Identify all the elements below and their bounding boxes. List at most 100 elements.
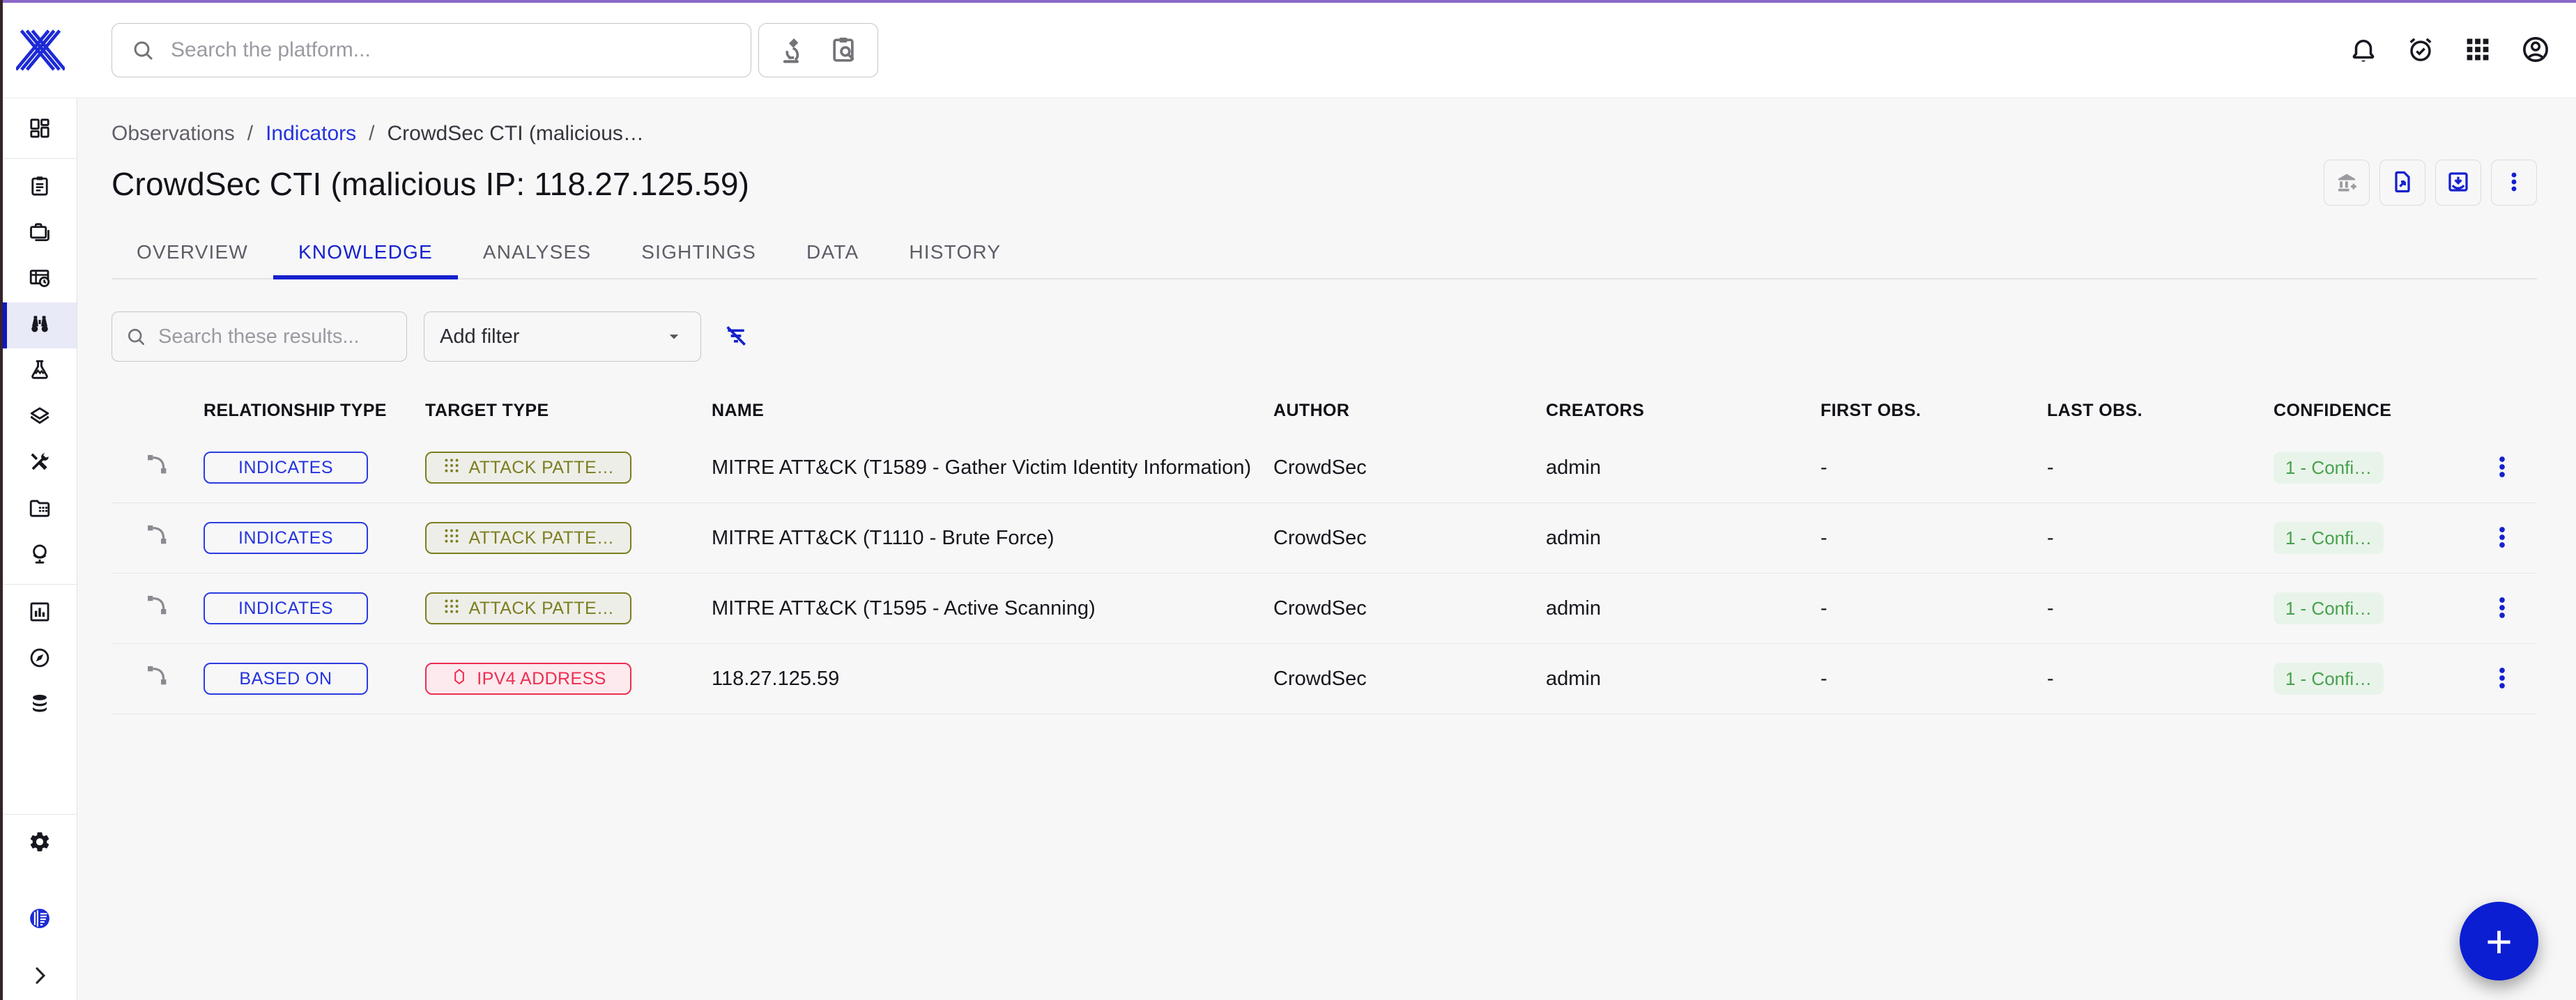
target-type-label: ATTACK PATTE…	[469, 458, 615, 478]
sidebar-item-settings[interactable]	[3, 820, 77, 866]
author-cell: CrowdSec	[1273, 668, 1546, 691]
microscope-icon[interactable]	[778, 35, 808, 66]
column-header-first-obs[interactable]: FIRST OBS.	[1820, 401, 2047, 421]
tab-overview[interactable]: OVERVIEW	[112, 226, 273, 278]
sidebar-item-entities[interactable]	[3, 486, 77, 532]
table-body: INDICATES ATTACK PATTE… MITRE ATT&CK (T1…	[112, 433, 2537, 714]
table-row[interactable]: BASED ON IPV4 ADDRESS 118.27.125.59 Crow…	[112, 644, 2537, 714]
kebab-icon	[2488, 453, 2516, 483]
kebab-icon	[2488, 664, 2516, 694]
sidebar-item-dashboards[interactable]	[3, 590, 77, 636]
breadcrumb-separator: /	[247, 122, 253, 146]
opencti-logo[interactable]	[3, 18, 77, 82]
relationship-type-chip: BASED ON	[204, 663, 368, 695]
entity-tabs: OVERVIEWKNOWLEDGEANALYSESSIGHTINGSDATAHI…	[112, 226, 2537, 279]
column-header-creators[interactable]: CREATORS	[1546, 401, 1820, 421]
account-circle-icon	[2520, 34, 2551, 67]
sidebar-item-analyses[interactable]	[3, 164, 77, 210]
platform-search-input[interactable]	[169, 38, 733, 63]
table-row[interactable]: INDICATES ATTACK PATTE… MITRE ATT&CK (T1…	[112, 574, 2537, 644]
table-row[interactable]: INDICATES ATTACK PATTE… MITRE ATT&CK (T1…	[112, 433, 2537, 503]
sidebar-item-collapse[interactable]	[3, 958, 77, 996]
column-header-target-type[interactable]: TARGET TYPE	[425, 401, 712, 421]
tab-data[interactable]: DATA	[781, 226, 884, 278]
triggers-button[interactable]	[2406, 35, 2435, 66]
sidebar-item-xtm-hub[interactable]	[3, 897, 77, 943]
relationship-link-icon	[144, 451, 171, 484]
author-cell: CrowdSec	[1273, 527, 1546, 550]
column-header-relationship-type[interactable]: RELATIONSHIP TYPE	[204, 401, 425, 421]
sidebar-item-home[interactable]	[3, 107, 77, 153]
target-type-chip: ATTACK PATTE…	[425, 522, 631, 554]
search-extra-buttons	[758, 23, 878, 77]
target-name: 118.27.125.59	[712, 668, 1273, 691]
notifications-button[interactable]	[2349, 35, 2378, 66]
briefcase-icon	[28, 220, 52, 247]
container-add-button[interactable]	[2324, 160, 2370, 206]
last-obs-cell: -	[2047, 527, 2274, 550]
import-tray-icon	[2446, 169, 2471, 197]
first-obs-cell: -	[1820, 668, 2047, 691]
main-content: Observations / Indicators / CrowdSec CTI…	[77, 98, 2576, 1000]
alarm-check-icon	[2406, 35, 2435, 66]
sidebar-item-cases[interactable]	[3, 210, 77, 256]
entity-action-buttons	[2324, 160, 2537, 206]
column-header-name[interactable]: NAME	[712, 401, 1273, 421]
confidence-chip: 1 - Confi…	[2274, 522, 2384, 554]
tab-sightings[interactable]: SIGHTINGS	[616, 226, 781, 278]
export-button[interactable]	[2379, 160, 2425, 206]
breadcrumb-current: CrowdSec CTI (malicious…	[388, 122, 644, 146]
column-header-author[interactable]: AUTHOR	[1273, 401, 1546, 421]
first-obs-cell: -	[1820, 597, 2047, 620]
sidebar-item-locations[interactable]	[3, 532, 77, 578]
kebab-icon	[2488, 594, 2516, 624]
row-actions-kebab-button[interactable]	[2484, 449, 2520, 487]
file-export-icon	[2390, 169, 2415, 197]
window-edge-strip	[0, 0, 3, 1000]
target-name: MITRE ATT&CK (T1595 - Active Scanning)	[712, 597, 1273, 620]
dashboard-icon	[28, 116, 52, 144]
breadcrumb-separator: /	[369, 122, 374, 146]
table-header-row: RELATIONSHIP TYPE TARGET TYPE NAME AUTHO…	[112, 388, 2537, 433]
breadcrumb: Observations / Indicators / CrowdSec CTI…	[112, 122, 2537, 146]
results-search-field	[112, 311, 407, 362]
sidebar-item-threats[interactable]	[3, 348, 77, 394]
create-relationship-fab[interactable]: +	[2460, 902, 2538, 980]
relationship-type-chip: INDICATES	[204, 592, 368, 624]
column-header-confidence[interactable]: CONFIDENCE	[2274, 401, 2467, 421]
chevron-right-icon	[28, 964, 52, 991]
row-actions-kebab-button[interactable]	[2484, 660, 2520, 698]
tab-knowledge[interactable]: KNOWLEDGE	[273, 226, 458, 278]
row-actions-kebab-button[interactable]	[2484, 519, 2520, 557]
first-obs-cell: -	[1820, 527, 2047, 550]
downloads-button[interactable]	[2435, 160, 2481, 206]
sidebar-item-techniques[interactable]	[3, 440, 77, 486]
table-row[interactable]: INDICATES ATTACK PATTE… MITRE ATT&CK (T1…	[112, 503, 2537, 574]
row-actions-kebab-button[interactable]	[2484, 590, 2520, 628]
clipboard-search-icon[interactable]	[828, 35, 859, 66]
clipboard-icon	[28, 174, 52, 201]
filigran-hub-icon	[28, 907, 52, 934]
apps-button[interactable]	[2463, 35, 2492, 66]
more-actions-button[interactable]	[2491, 160, 2537, 206]
sidebar-item-events[interactable]	[3, 256, 77, 302]
sidebar-item-data[interactable]	[3, 682, 77, 728]
sidebar-item-arsenal[interactable]	[3, 394, 77, 440]
account-menu-button[interactable]	[2520, 34, 2551, 67]
author-cell: CrowdSec	[1273, 456, 1546, 479]
add-filter-select[interactable]: Add filter	[424, 311, 701, 362]
table-clock-icon	[28, 266, 52, 293]
attack-pattern-icon	[443, 527, 461, 550]
tab-history[interactable]: HISTORY	[884, 226, 1026, 278]
sidebar-item-observations[interactable]	[3, 302, 77, 348]
breadcrumb-observations[interactable]: Observations	[112, 122, 235, 146]
clear-filters-button[interactable]	[722, 322, 750, 352]
breadcrumb-indicators[interactable]: Indicators	[266, 122, 356, 146]
author-cell: CrowdSec	[1273, 597, 1546, 620]
column-header-last-obs[interactable]: LAST OBS.	[2047, 401, 2274, 421]
sidebar-item-investigations[interactable]	[3, 636, 77, 682]
attack-pattern-icon	[443, 456, 461, 479]
target-type-label: ATTACK PATTE…	[469, 528, 615, 548]
tab-analyses[interactable]: ANALYSES	[458, 226, 616, 278]
results-search-input[interactable]	[157, 325, 422, 349]
